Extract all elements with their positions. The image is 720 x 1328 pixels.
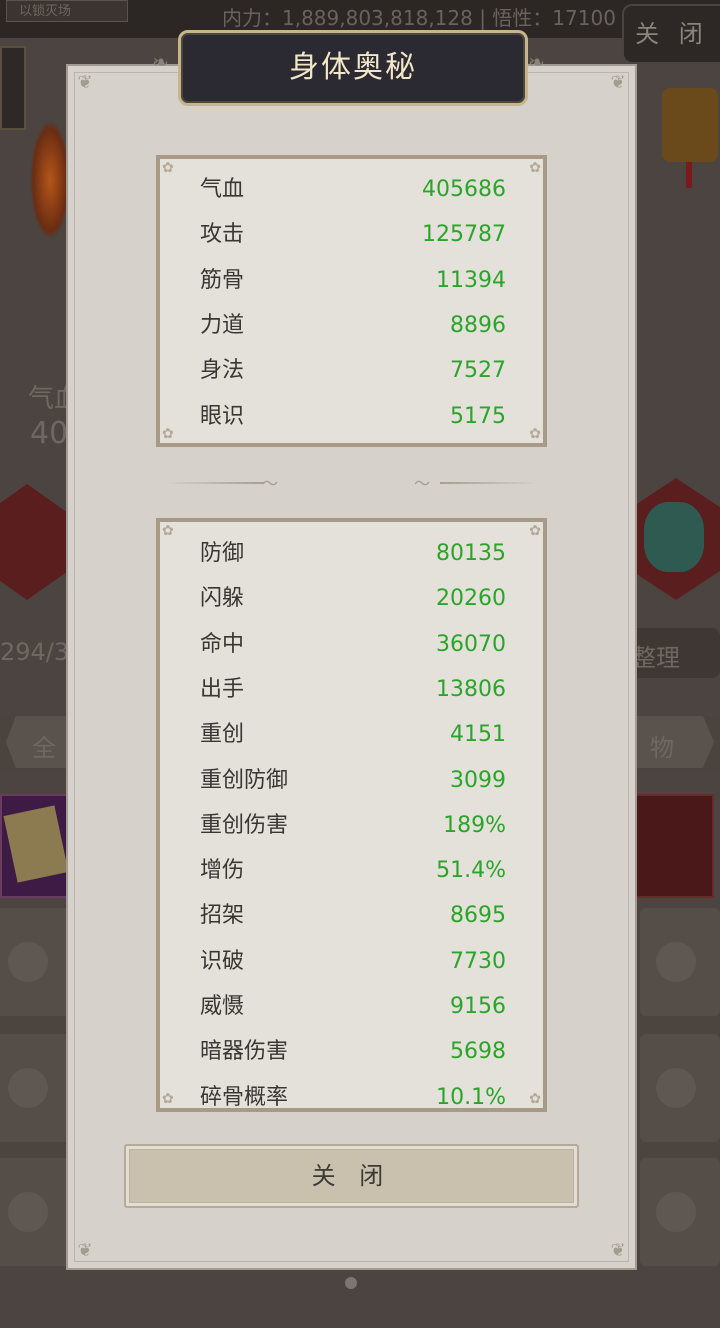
corner-ornament-icon: ❦ [610,72,626,93]
tab-items-label: 物 [650,734,674,762]
stat-row: 威慑 9156 [200,984,506,1029]
sort-label: 整理 [632,644,680,672]
stat-label: 招架 [200,903,245,929]
stat-row: 闪躲 20260 [200,576,506,621]
bag-slot[interactable] [640,908,720,1016]
divider-right [440,482,540,484]
stat-value: 5175 [450,403,506,429]
stat-row: 命中 36070 [200,622,506,667]
stat-label: 碎骨概率 [200,1084,289,1110]
divider-ornament-icon: 〜 [414,474,431,493]
stat-label: 攻击 [200,222,245,248]
top-status-text: 内力：1,889,803,818,128 | 悟性：17100 [222,6,616,30]
primary-stats-panel: ✿ ✿ ✿ ✿ 气血 405686 攻击 125787 筋骨 11394 力道 8896 身法 7… [156,155,547,447]
stat-value: 11394 [436,267,506,293]
stat-row: 重创 4151 [200,712,506,757]
stat-value: 13806 [436,676,506,702]
stat-row: 力道 8896 [200,303,506,348]
divider-left [164,482,264,484]
corner-ornament-icon: ✿ [162,523,174,539]
corner-ornament-icon: ❦ [610,1240,626,1261]
corner-ornament-icon: ✿ [162,1091,174,1107]
bag-slot[interactable] [640,1034,720,1142]
stat-value: 20260 [436,586,506,612]
stat-label: 眼识 [200,403,245,429]
stat-value: 36070 [436,631,506,657]
corner-ornament-icon: ✿ [162,426,174,442]
stat-value: 8695 [450,903,506,929]
stat-value: 9156 [450,994,506,1019]
stat-label: 增伤 [200,858,245,884]
bag-slot[interactable] [0,1034,72,1142]
side-tab[interactable] [0,46,26,130]
bag-slot[interactable] [640,1158,720,1266]
stat-row: 招架 8695 [200,893,506,938]
stat-label: 识破 [200,948,245,974]
stat-value: 5698 [450,1039,506,1065]
stat-row: 筋骨 11394 [200,258,506,303]
weapon-item-icon[interactable] [628,794,714,898]
stat-value: 7527 [450,358,506,384]
character-portrait [30,120,70,240]
stat-value: 7730 [450,948,506,974]
corner-ornament-icon: ✿ [529,523,541,539]
stat-row: 识破 7730 [200,939,506,984]
corner-ornament-icon: ✿ [529,160,541,176]
stat-label: 威慑 [200,994,245,1019]
stat-row: 气血 405686 [200,167,506,212]
stat-row: 增伤 51.4% [200,848,506,893]
stat-value: 125787 [422,222,506,248]
stat-label: 重创 [200,722,245,748]
stat-row: 重创伤害 189% [200,803,506,848]
stat-label: 气血 [200,177,245,202]
stat-value: 80135 [436,541,506,566]
bag-slot[interactable] [0,908,72,1016]
secondary-stats-panel[interactable]: ✿ ✿ ✿ ✿ 防御 80135 闪躲 20260 命中 36070 出手 13806 重创 41… [156,518,547,1112]
dialog-title: 身体奥秘 [289,50,417,85]
tab-items[interactable] [636,716,714,768]
stat-label: 命中 [200,631,245,657]
stat-row: 眼识 5175 [200,394,506,439]
divider-ornament-icon: 〜 [262,474,279,493]
stat-label: 身法 [200,358,245,384]
stat-label: 出手 [200,676,245,702]
stat-label: 闪躲 [200,586,245,612]
stat-value: 3099 [450,767,506,793]
title-ornament-right-icon: ❧ [528,50,545,74]
stat-label: 筋骨 [200,267,245,293]
stat-row: 出手 13806 [200,667,506,712]
stat-row: 暗器伤害 5698 [200,1029,506,1074]
stat-value: 405686 [422,177,506,202]
close-button[interactable]: 关 闭 [124,1144,579,1208]
stat-value: 189% [443,812,506,838]
stat-label: 防御 [200,541,245,566]
stat-row: 防御 80135 [200,531,506,576]
forbidden-badge-icon[interactable] [662,88,718,188]
page-indicator-dot [345,1277,357,1289]
stat-value: 4151 [450,722,506,748]
stat-label: 重创防御 [200,767,289,793]
stat-row: 身法 7527 [200,348,506,393]
dialog-title-plate: 身体奥秘 [178,30,528,106]
stat-label: 暗器伤害 [200,1039,289,1065]
top-left-label: 以锁灭场 [6,0,128,22]
stat-label: 力道 [200,312,245,338]
stat-row: 攻击 125787 [200,212,506,257]
stat-row: 碎骨概率 10.1% [200,1075,506,1110]
tab-all-label: 全 [32,734,56,762]
stat-label: 重创伤害 [200,812,289,838]
bag-slot[interactable] [0,1158,72,1266]
corner-ornament-icon: ✿ [162,160,174,176]
bg-stat-value: 40 [30,416,69,451]
corner-ornament-icon: ✿ [529,426,541,442]
stat-row: 重创防御 3099 [200,758,506,803]
corner-ornament-icon: ❦ [77,1240,93,1261]
stat-value: 8896 [450,312,506,338]
corner-ornament-icon: ✿ [529,1091,541,1107]
stat-value: 51.4% [436,858,506,884]
corner-ornament-icon: ❦ [77,72,93,93]
background-close-button[interactable]: 关 闭 [622,4,720,64]
stat-value: 10.1% [436,1084,506,1110]
